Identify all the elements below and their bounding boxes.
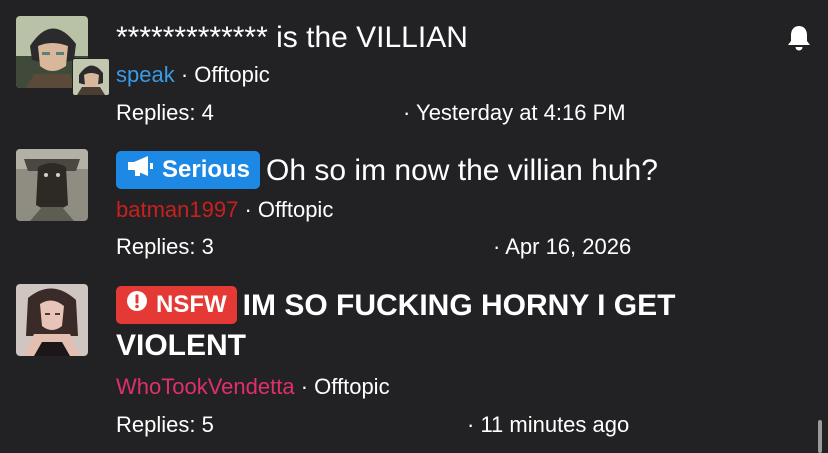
meta-separator: · [180,62,189,87]
thread-title[interactable]: ************* is the VILLIAN [116,20,468,56]
thread-forum[interactable]: Offtopic [258,197,333,222]
exclamation-circle-icon [126,285,148,325]
meta-separator: · [300,374,309,399]
thread-item[interactable]: ************* is the VILLIAN speak · Off… [0,0,828,135]
thread-title[interactable]: Oh so im now the villian huh? [266,154,658,187]
thread-title-row[interactable]: Serious Oh so im now the villian huh? [116,151,658,189]
thread-item[interactable]: NSFW IM SO FUCKING HORNY I GET VIOLENT W… [0,270,828,453]
thread-item[interactable]: Serious Oh so im now the villian huh? ba… [0,135,828,270]
thread-author[interactable]: batman1997 [116,197,238,222]
scrollbar[interactable] [818,420,822,453]
thread-date[interactable]: · Apr 16, 2026 [493,234,631,260]
thread-author[interactable]: speak [116,62,175,87]
thread-replies: Replies: 5 [116,412,214,437]
thread-author[interactable]: WhoTookVendetta [116,374,295,399]
thread-replies: Replies: 3 [116,234,214,259]
megaphone-icon [126,152,154,188]
participant-avatar[interactable] [72,58,110,96]
thread-forum[interactable]: Offtopic [314,374,389,399]
serious-prefix-label[interactable]: Serious [116,151,261,189]
thread-date[interactable]: · Yesterday at 4:16 PM [403,100,626,126]
avatar[interactable] [16,149,88,221]
nsfw-prefix-label[interactable]: NSFW [116,286,237,324]
prefix-text: NSFW [156,291,227,318]
thread-meta: batman1997 · Offtopic [116,197,333,223]
thread-meta: WhoTookVendetta · Offtopic [116,374,390,400]
thread-meta: speak · Offtopic [116,62,270,88]
avatar[interactable] [16,284,88,356]
meta-separator: · [244,197,252,222]
thread-replies: Replies: 4 [116,100,214,125]
thread-title-row[interactable]: NSFW IM SO FUCKING HORNY I GET VIOLENT [116,286,776,366]
thread-date[interactable]: · 11 minutes ago [467,412,629,438]
prefix-text: Serious [162,156,251,183]
thread-forum[interactable]: Offtopic [194,62,269,87]
